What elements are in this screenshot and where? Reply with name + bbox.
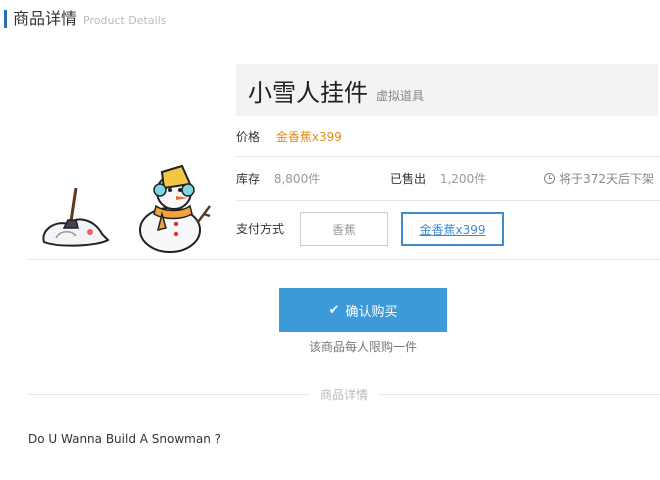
pay-label: 支付方式 (236, 222, 285, 236)
product-gallery (42, 164, 211, 253)
product-tag: 虚拟道具 (376, 88, 425, 103)
pay-row: 支付方式 (236, 220, 284, 237)
sold-label: 已售出 (390, 172, 427, 186)
price-label: 价格 (236, 130, 261, 144)
product-description: Do U Wanna Build A Snowman ? (28, 432, 221, 446)
details-section-title: 商品详情 (320, 388, 369, 402)
sold-value: 1,200件 (439, 172, 487, 186)
sold-info: 已售出 1,200件 (390, 170, 486, 187)
divider-line-right (378, 394, 660, 395)
confirm-buy-label: 确认购买 (345, 304, 398, 320)
purchase-limit-note: 该商品每人限购一件 (308, 340, 417, 354)
header-accent-bar (4, 10, 7, 28)
melted-snowman-image (42, 187, 110, 247)
stock-label: 库存 (236, 172, 261, 186)
divider (28, 259, 660, 260)
clock-icon (544, 173, 556, 184)
confirm-buy-button[interactable]: ✔ 确认购买 (279, 288, 447, 332)
stock-value: 8,800件 (273, 172, 321, 186)
page-title: 商品详情 (13, 9, 78, 28)
product-name: 小雪人挂件 (248, 78, 368, 107)
page-subtitle: Product Details (83, 14, 167, 27)
expire-info: 将于372天后下架 (544, 170, 654, 187)
pay-option-gold-banana[interactable]: 金香蕉x399 (401, 212, 504, 246)
details-section-divider: 商品详情 (28, 386, 660, 403)
pay-option-banana[interactable]: 香蕉 (300, 212, 388, 246)
divider (236, 156, 660, 157)
snowman-image (139, 164, 211, 253)
price-value: 金香蕉x399 (275, 130, 342, 144)
product-name-box: 小雪人挂件 虚拟道具 (236, 64, 658, 116)
stock-row: 库存 8,800件 已售出 1,200件 将于372天后下架 (236, 170, 660, 187)
price-row: 价格 金香蕉x399 (236, 128, 342, 145)
expire-text: 将于372天后下架 (559, 172, 654, 186)
divider-line-left (28, 394, 310, 395)
page-header: 商品详情 Product Details (0, 6, 166, 28)
check-icon: ✔ (328, 302, 340, 318)
divider (236, 200, 660, 201)
